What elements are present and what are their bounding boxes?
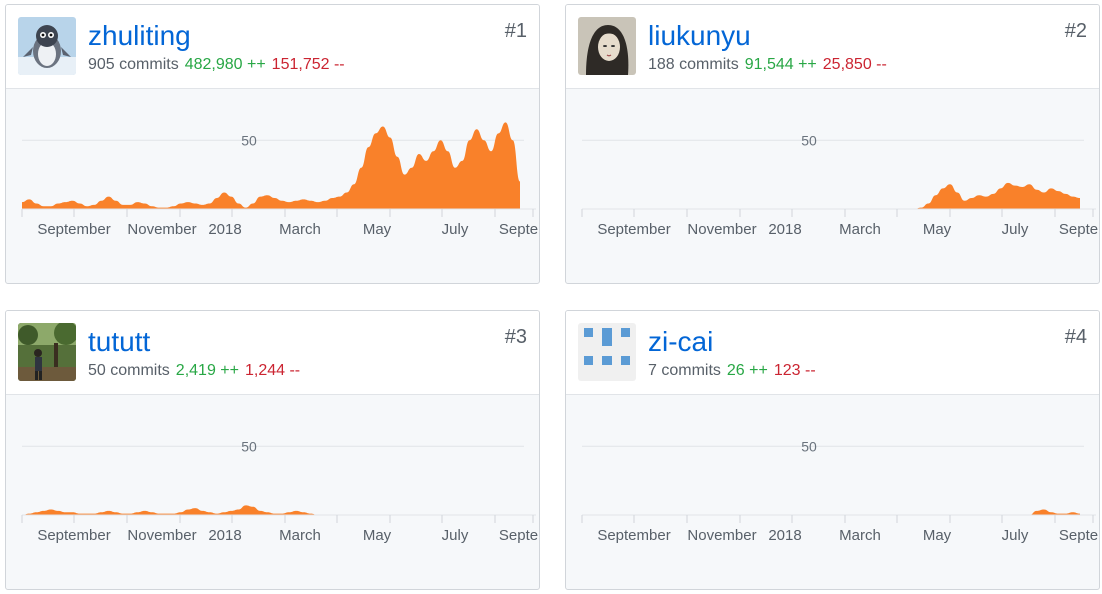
contributor-card: liukunyu 188 commits 91,544 ++ 25,850 -- #… <box>565 4 1100 284</box>
contributor-stats: 50 commits 2,419 ++ 1,244 -- <box>88 361 300 381</box>
contributor-username-link[interactable]: liukunyu <box>648 19 751 53</box>
x-axis-tick-label: November <box>127 527 196 544</box>
forest-photo-avatar-icon[interactable] <box>18 323 76 381</box>
x-axis-tick-label: March <box>279 527 321 544</box>
commit-activity-chart: 50 September November 2018 March May July Septe… <box>6 395 540 589</box>
contributor-header: zhuliting 905 commits 482,980 ++ 151,752 -… <box>6 5 539 89</box>
contributor-rank: #1 <box>504 20 527 42</box>
x-axis-tick-label: July <box>1002 221 1029 238</box>
y-axis-label-50: 50 <box>801 132 817 148</box>
x-axis-tick-label: Septer <box>1059 527 1100 544</box>
commits-count-link[interactable]: 7 commits <box>648 362 721 379</box>
commit-activity-chart: 50 September November 2018 March May July Septe… <box>6 89 540 283</box>
x-axis-tick-label: Septer <box>499 527 540 544</box>
deletions-count: 151,752 -- <box>271 56 345 73</box>
identicon-avatar-icon[interactable] <box>578 323 636 381</box>
x-axis-tick-label: September <box>597 527 670 544</box>
portrait-avatar-icon[interactable] <box>578 17 636 75</box>
commit-area-series <box>22 505 520 515</box>
additions-count: 2,419 ++ <box>175 362 239 379</box>
penguin-avatar-icon[interactable] <box>18 17 76 75</box>
contributor-username-link[interactable]: zhuliting <box>88 19 191 53</box>
contributor-rank: #2 <box>1064 20 1087 42</box>
contributor-stats: 188 commits 91,544 ++ 25,850 -- <box>648 55 887 75</box>
chart-svg: 50 September November 2018 March May July Septe… <box>581 132 1100 238</box>
commits-count-link[interactable]: 50 commits <box>88 362 170 379</box>
x-axis-tick-label: March <box>839 221 881 238</box>
x-axis-tick-label: Septer <box>499 221 540 238</box>
x-axis-tick-label: November <box>687 527 756 544</box>
y-axis-label-50: 50 <box>241 132 257 148</box>
commit-activity-chart: 50 September November 2018 March May July Septe… <box>566 89 1100 283</box>
chart-svg: 50 September November 2018 March May July Septe… <box>21 122 540 238</box>
x-axis-tick-label: November <box>127 221 196 238</box>
chart-svg: 50 September November 2018 March May July Septe… <box>21 438 540 544</box>
chart-svg: 50 September November 2018 March May July Septe… <box>581 438 1100 544</box>
contributor-stats: 905 commits 482,980 ++ 151,752 -- <box>88 55 345 75</box>
contributor-stats: 7 commits 26 ++ 123 -- <box>648 361 816 381</box>
x-axis-tick-label: 2018 <box>208 527 241 544</box>
x-axis-tick-label: 2018 <box>768 527 801 544</box>
contributor-username-link[interactable]: tututt <box>88 325 150 359</box>
x-axis-tick-label: Septer <box>1059 221 1100 238</box>
x-axis-tick-label: March <box>839 527 881 544</box>
x-axis-tick-label: May <box>363 527 392 544</box>
commit-area-series <box>582 509 1080 515</box>
x-axis-tick-label: May <box>923 221 952 238</box>
x-axis-tick-label: May <box>363 221 392 238</box>
x-axis-tick-label: May <box>923 527 952 544</box>
contributor-rank: #4 <box>1064 326 1087 348</box>
commit-area-series <box>582 182 1080 209</box>
commit-activity-chart: 50 September November 2018 March May July Septe… <box>566 395 1100 589</box>
x-axis-tick-label: March <box>279 221 321 238</box>
additions-count: 482,980 ++ <box>184 56 266 73</box>
x-axis-tick-label: 2018 <box>208 221 241 238</box>
x-axis-tick-label: September <box>37 221 110 238</box>
x-axis-tick-label: November <box>687 221 756 238</box>
deletions-count: 25,850 -- <box>822 56 887 73</box>
contributor-card: tututt 50 commits 2,419 ++ 1,244 -- #3 50 S… <box>5 310 540 590</box>
y-axis-label-50: 50 <box>241 438 257 454</box>
x-axis-tick-label: September <box>37 527 110 544</box>
contributor-card: zhuliting 905 commits 482,980 ++ 151,752 -… <box>5 4 540 284</box>
contributor-rank: #3 <box>504 326 527 348</box>
commit-area-series <box>22 122 520 209</box>
x-axis-tick-label: July <box>1002 527 1029 544</box>
x-axis-tick-label: July <box>442 527 469 544</box>
x-axis-tick-label: July <box>442 221 469 238</box>
additions-count: 91,544 ++ <box>744 56 817 73</box>
x-axis-tick-label: September <box>597 221 670 238</box>
deletions-count: 123 -- <box>773 362 816 379</box>
additions-count: 26 ++ <box>726 362 768 379</box>
deletions-count: 1,244 -- <box>244 362 301 379</box>
x-axis-tick-label: 2018 <box>768 221 801 238</box>
contributor-header: liukunyu 188 commits 91,544 ++ 25,850 -- #… <box>566 5 1099 89</box>
commits-count-link[interactable]: 188 commits <box>648 56 739 73</box>
contributor-username-link[interactable]: zi-cai <box>648 325 713 359</box>
contributor-card: zi-cai 7 commits 26 ++ 123 -- #4 50 Septemb… <box>565 310 1100 590</box>
commits-count-link[interactable]: 905 commits <box>88 56 179 73</box>
y-axis-label-50: 50 <box>801 438 817 454</box>
contributor-header: tututt 50 commits 2,419 ++ 1,244 -- #3 <box>6 311 539 395</box>
contributor-header: zi-cai 7 commits 26 ++ 123 -- #4 <box>566 311 1099 395</box>
